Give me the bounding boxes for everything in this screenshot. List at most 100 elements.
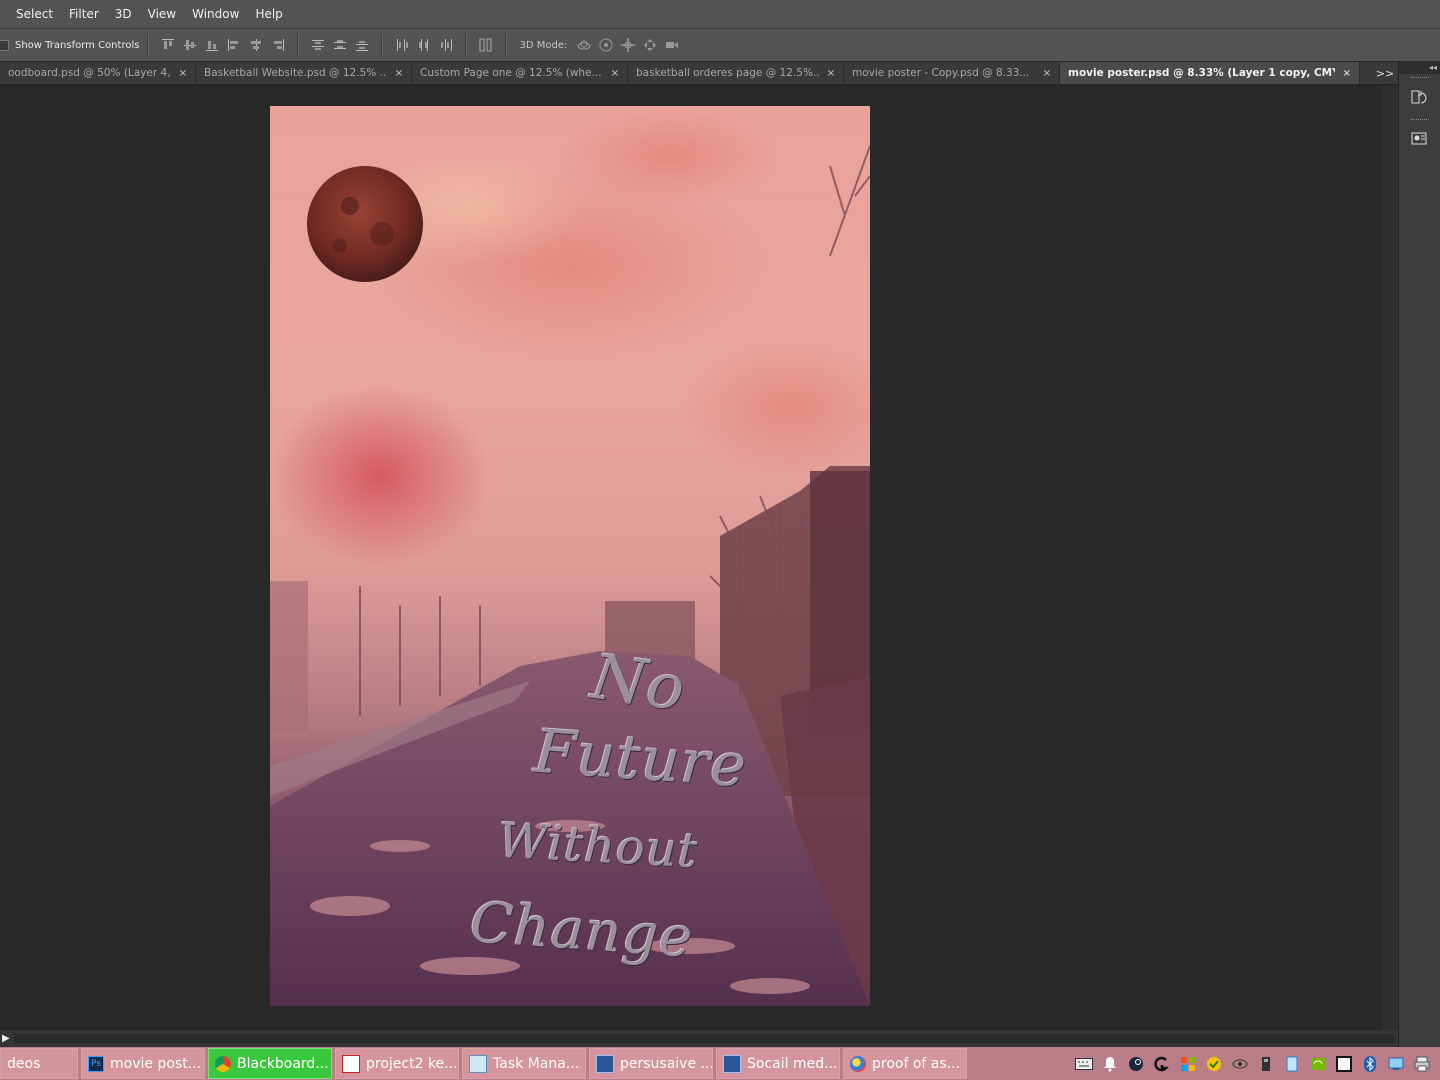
align-vertical-centers-icon[interactable] — [179, 34, 201, 56]
poster-title-future: Future — [531, 716, 750, 802]
tab-movie-poster-copy[interactable]: movie poster - Copy.psd @ 8.33... × — [844, 62, 1060, 84]
taskbar-item-label: persusaive ... — [620, 1055, 713, 1072]
show-transform-checkbox[interactable] — [0, 39, 9, 51]
taskbar-item-photoshop[interactable]: Ps movie post... — [81, 1048, 205, 1079]
printer-icon[interactable] — [1412, 1054, 1432, 1074]
tab-basketball-orders[interactable]: basketball orderes page @ 12.5%... × — [628, 62, 844, 84]
menu-filter[interactable]: Filter — [61, 0, 107, 28]
steam-icon[interactable] — [1126, 1054, 1146, 1074]
usb-icon[interactable] — [1256, 1054, 1276, 1074]
close-icon[interactable]: × — [611, 68, 619, 79]
distribute-vertical-centers-icon[interactable] — [329, 34, 351, 56]
align-left-edges-icon[interactable] — [223, 34, 245, 56]
document-canvas[interactable]: No Future Without Change — [270, 106, 870, 1006]
paint-icon — [850, 1055, 866, 1072]
3d-slide-icon[interactable] — [639, 34, 661, 56]
display-icon[interactable] — [1282, 1054, 1302, 1074]
auto-align-layers-icon[interactable] — [475, 34, 497, 56]
tab-movie-poster[interactable]: movie poster.psd @ 8.33% (Layer 1 copy, … — [1060, 62, 1360, 84]
word-icon — [723, 1054, 741, 1073]
horizontal-scrollbar[interactable]: ▶ — [0, 1030, 1398, 1047]
panel-grip[interactable] — [1411, 119, 1429, 123]
menu-3d[interactable]: 3D — [107, 0, 140, 28]
distribute-left-icon[interactable] — [391, 34, 413, 56]
distribute-horizontal-centers-icon[interactable] — [413, 34, 435, 56]
close-icon[interactable]: × — [827, 68, 835, 79]
document-tabs: oodboard.psd @ 50% (Layer 4,... × Basket… — [0, 62, 1398, 85]
taskbar-item-task-manager[interactable]: Task Mana... — [462, 1048, 586, 1079]
close-icon[interactable]: × — [179, 68, 187, 79]
bluetooth-icon[interactable] — [1360, 1054, 1380, 1074]
menu-select[interactable]: Select — [0, 0, 61, 28]
close-icon[interactable]: × — [1343, 68, 1351, 79]
tab-overflow-button[interactable]: >> — [1372, 62, 1398, 84]
divider — [505, 34, 508, 56]
collapse-panels-button[interactable]: ◂◂ — [1399, 62, 1440, 74]
menu-help[interactable]: Help — [247, 0, 290, 28]
poster-title-without: Without — [496, 812, 700, 880]
close-icon[interactable]: × — [1043, 68, 1051, 79]
tab-label: Basketball Website.psd @ 12.5% ... — [204, 67, 387, 79]
tab-label: movie poster.psd @ 8.33% (Layer 1 copy, … — [1068, 67, 1335, 79]
scroll-right-arrow-icon[interactable]: ▶ — [2, 1033, 10, 1044]
network-icon[interactable] — [1230, 1054, 1250, 1074]
taskbar-item-videos[interactable]: deos — [0, 1048, 78, 1079]
taskbar-item-pdf[interactable]: project2 ke... — [335, 1048, 459, 1079]
panel-grip[interactable] — [1411, 77, 1429, 81]
norton-icon[interactable] — [1204, 1054, 1224, 1074]
taskbar-item-label: deos — [7, 1055, 41, 1072]
menu-bar: Select Filter 3D View Window Help — [0, 0, 1440, 29]
moon — [307, 166, 423, 282]
windows-flag-icon[interactable] — [1178, 1054, 1198, 1074]
menu-window[interactable]: Window — [184, 0, 247, 28]
3d-pan-icon[interactable] — [617, 34, 639, 56]
history-panel-icon[interactable] — [1405, 84, 1433, 112]
divider — [297, 34, 300, 56]
system-tray — [1074, 1047, 1440, 1080]
3d-scale-icon[interactable] — [661, 34, 683, 56]
taskbar-item-label: Task Mana... — [493, 1055, 580, 1072]
close-icon[interactable]: × — [395, 68, 403, 79]
task-manager-icon — [469, 1054, 487, 1073]
taskbar-item-word-social[interactable]: Socail med... — [716, 1048, 840, 1079]
tab-custom-page-one[interactable]: Custom Page one @ 12.5% (whe... × — [412, 62, 628, 84]
tab-basketball-website[interactable]: Basketball Website.psd @ 12.5% ... × — [196, 62, 412, 84]
align-bottom-edges-icon[interactable] — [201, 34, 223, 56]
chrome-icon — [215, 1055, 231, 1072]
align-horizontal-centers-icon[interactable] — [245, 34, 267, 56]
panel-dock: ◂◂ — [1398, 62, 1440, 1047]
taskbar-item-label: Socail med... — [747, 1055, 838, 1072]
keyboard-icon[interactable] — [1074, 1054, 1094, 1074]
nvidia-icon[interactable] — [1308, 1054, 1328, 1074]
distribute-bottom-icon[interactable] — [351, 34, 373, 56]
properties-panel-icon[interactable] — [1405, 125, 1433, 153]
window-icon[interactable] — [1334, 1054, 1354, 1074]
3d-roll-icon[interactable] — [595, 34, 617, 56]
vertical-scrollbar[interactable] — [1382, 85, 1398, 1030]
word-icon — [596, 1054, 614, 1073]
taskbar-item-label: project2 ke... — [366, 1055, 458, 1072]
windows-taskbar: deos Ps movie post... Blackboard... proj… — [0, 1047, 1440, 1080]
divider — [147, 34, 150, 56]
tab-moodboard[interactable]: oodboard.psd @ 50% (Layer 4,... × — [0, 62, 196, 84]
tab-label: Custom Page one @ 12.5% (whe... — [420, 67, 602, 79]
photoshop-icon: Ps — [88, 1055, 104, 1072]
menu-view[interactable]: View — [140, 0, 184, 28]
3d-orbit-icon[interactable] — [573, 34, 595, 56]
align-top-edges-icon[interactable] — [157, 34, 179, 56]
divider — [465, 34, 468, 56]
tab-label: oodboard.psd @ 50% (Layer 4,... — [8, 67, 171, 79]
distribute-top-icon[interactable] — [307, 34, 329, 56]
align-right-edges-icon[interactable] — [267, 34, 289, 56]
scroll-track[interactable] — [14, 1034, 1394, 1043]
notification-icon[interactable] — [1100, 1054, 1120, 1074]
logitech-icon[interactable] — [1152, 1054, 1172, 1074]
taskbar-item-paint[interactable]: proof of as... — [843, 1048, 967, 1079]
taskbar-item-word-persuasive[interactable]: persusaive ... — [589, 1048, 713, 1079]
wifi-icon[interactable] — [1386, 1054, 1406, 1074]
3d-mode-label: 3D Mode: — [519, 39, 568, 51]
taskbar-item-chrome[interactable]: Blackboard... — [208, 1048, 332, 1079]
divider — [381, 34, 384, 56]
distribute-right-icon[interactable] — [435, 34, 457, 56]
taskbar-item-label: movie post... — [110, 1055, 202, 1072]
